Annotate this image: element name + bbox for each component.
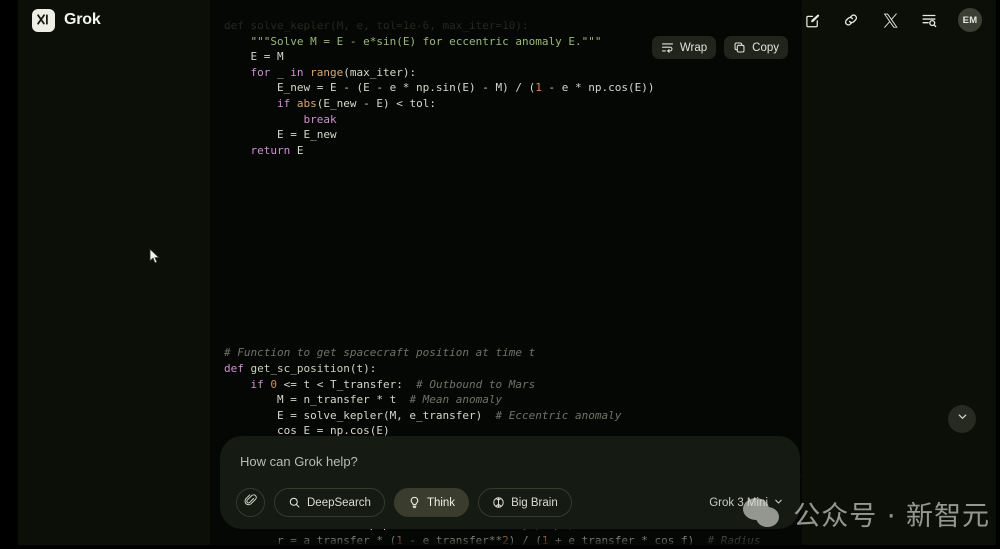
app-viewport: Grok EM def solve_kepler(M, e, tol=1e-6,… [18,0,996,545]
chevron-down-icon [773,496,784,510]
composer-toolbar: DeepSearch Think Big Brain Grok 3 Mini [236,488,784,517]
deepsearch-label: DeepSearch [307,496,371,509]
code-line: # Function to get spacecraft position at… [224,346,536,360]
attach-button[interactable] [236,488,265,517]
chevron-down-icon [956,410,969,428]
scroll-to-bottom-button[interactable] [948,405,976,433]
code-line: for _ in range(max_iter): [250,65,417,79]
code-line: def solve_kepler(M, e, tol=1e-6, max_ite… [224,19,529,32]
code-line: if 0 <= t < T_transfer: # Outbound to Ma… [250,377,536,391]
code-line: r = a_transfer * (1 - e_transfer**2) / (… [224,533,761,545]
code-line: E = solve_kepler(M, e_transfer) # Eccent… [224,408,622,422]
think-button[interactable]: Think [393,488,470,517]
code-line: E = E_new [224,128,337,142]
big-brain-label: Big Brain [511,496,558,509]
code-toolbar: Wrap Copy [651,36,788,59]
code-line: E = M [224,50,284,64]
search-conversation-icon[interactable] [919,10,939,30]
wrap-button-label: Wrap [679,41,708,54]
x-logo-icon[interactable] [880,10,900,30]
copy-icon [733,41,746,54]
new-chat-icon[interactable] [802,10,822,30]
deepsearch-button[interactable]: DeepSearch [274,488,385,517]
paperclip-icon [244,493,258,512]
code-line: E_new = E - (E - e * np.sin(E) - M) / (1… [224,81,655,95]
avatar[interactable]: EM [958,8,982,32]
lightbulb-icon [408,496,421,509]
window-frame: Grok EM def solve_kepler(M, e, tol=1e-6,… [0,0,1000,549]
brand-logo[interactable]: Grok [32,8,101,32]
copy-button[interactable]: Copy [724,36,788,59]
prompt-input[interactable]: How can Grok help? [236,452,784,469]
search-icon [288,496,301,509]
wrap-text-icon [661,41,674,54]
brand-name: Grok [64,11,101,28]
code-line: return E [250,143,304,157]
wrap-button[interactable]: Wrap [651,36,717,59]
code-line: """Solve M = E - e*sin(E) for eccentric … [250,34,602,48]
code-line: if abs(E_new - E) < tol: [276,96,436,110]
brain-icon [492,496,505,509]
model-name: Grok 3 Mini [709,496,768,509]
model-selector[interactable]: Grok 3 Mini [709,496,784,510]
code-line: M = n_transfer * t # Mean anomaly [224,393,503,407]
x-ai-logo-icon [32,8,55,32]
code-line: def get_sc_position(t): [224,362,377,376]
copy-button-label: Copy [752,41,779,54]
code-line: break [303,112,337,126]
composer[interactable]: How can Grok help? DeepSearch Think Big … [220,436,800,529]
top-bar-actions: EM [802,8,982,32]
big-brain-button[interactable]: Big Brain [478,488,572,517]
link-icon[interactable] [841,10,861,30]
think-label: Think [426,496,456,509]
